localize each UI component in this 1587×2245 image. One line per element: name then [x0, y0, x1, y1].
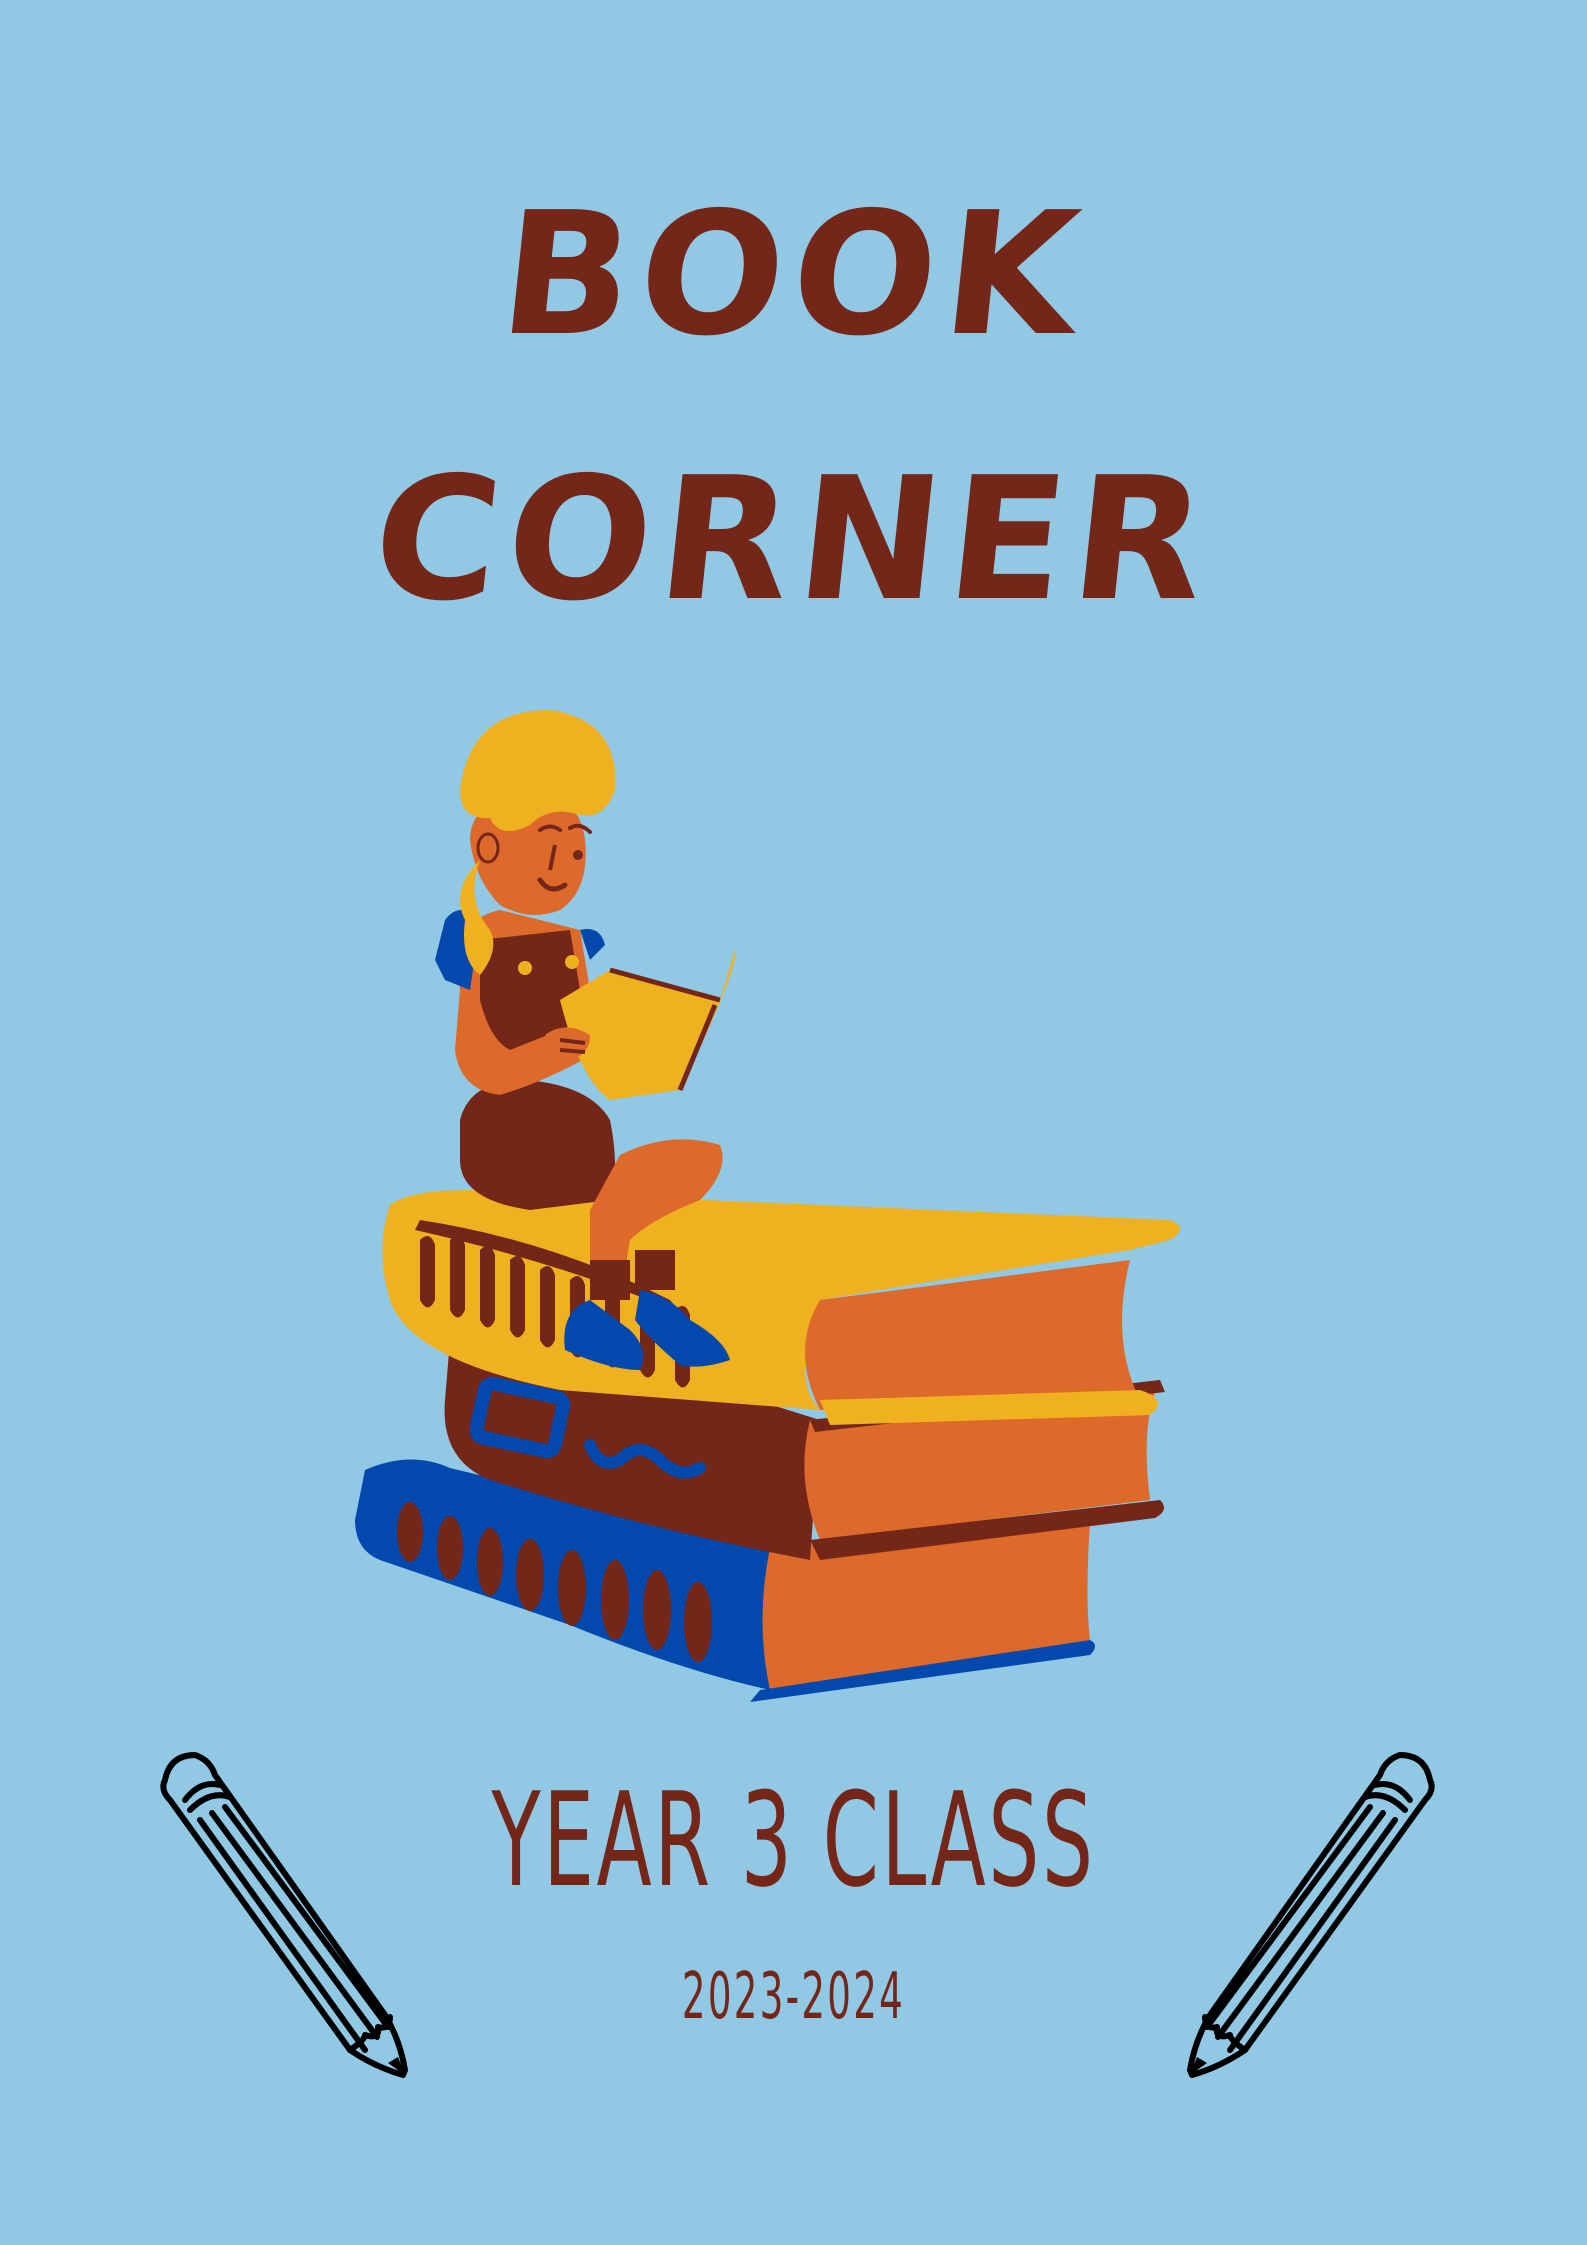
school-year: 2023-2024	[681, 1960, 906, 2034]
title-line-corner: CORNER	[364, 441, 1223, 639]
title-line-book: BOOK	[491, 176, 1096, 374]
class-name: YEAR 3 CLASS	[491, 1764, 1096, 1916]
child-reading-on-books-icon	[355, 710, 1180, 1702]
